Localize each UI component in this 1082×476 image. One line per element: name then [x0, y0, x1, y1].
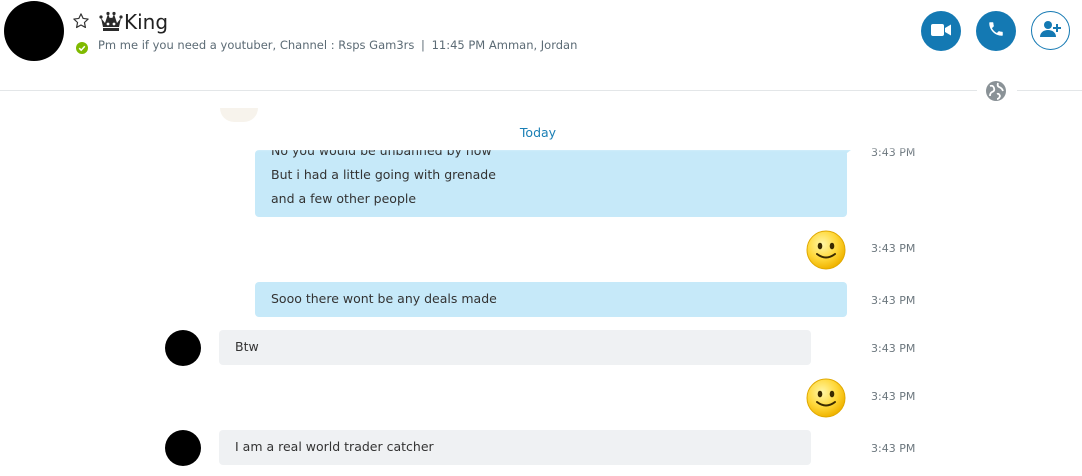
separator: | — [421, 38, 425, 52]
header-divider — [1017, 90, 1082, 91]
message-time: 3:43 PM — [871, 442, 916, 455]
message-text: Btw — [235, 339, 259, 354]
contact-avatar[interactable] — [4, 1, 64, 61]
video-call-icon — [931, 22, 951, 41]
video-call-button[interactable] — [921, 11, 961, 51]
contact-avatar[interactable] — [165, 430, 201, 466]
mood-message: Pm me if you need a youtuber, Channel : … — [98, 38, 415, 52]
message-text: I am a real world trader catcher — [235, 439, 434, 454]
add-contact-button[interactable] — [1031, 11, 1070, 50]
smiley-icon[interactable] — [806, 378, 846, 418]
message-bubble-incoming[interactable]: I am a real world trader catcher — [219, 430, 811, 465]
date-divider-label: Today — [519, 125, 557, 140]
phone-call-icon — [987, 20, 1005, 42]
mood-message-line: Pm me if you need a youtuber, Channel : … — [98, 38, 577, 53]
message-time: 3:43 PM — [871, 294, 916, 307]
online-status-icon — [76, 39, 88, 54]
message-text: But i had a little going with grenade — [271, 167, 496, 182]
message-time: 3:43 PM — [871, 342, 916, 355]
globe-icon[interactable] — [985, 80, 1007, 102]
contact-name[interactable]: King — [124, 9, 168, 35]
smiley-icon[interactable] — [806, 230, 846, 270]
star-outline-icon[interactable] — [72, 12, 90, 30]
crown-icon — [99, 10, 123, 32]
message-time: 3:43 PM — [871, 390, 916, 403]
contact-avatar[interactable] — [165, 330, 201, 366]
message-bubble-incoming[interactable]: Btw — [219, 330, 811, 365]
add-contact-icon — [1039, 20, 1062, 42]
message-time: 3:43 PM — [871, 242, 916, 255]
local-time: 11:45 PM Amman, Jordan — [431, 38, 578, 52]
message-text: and a few other people — [271, 191, 417, 206]
audio-call-button[interactable] — [976, 11, 1016, 51]
message-bubble-outgoing[interactable]: No you would be unbanned by now But i ha… — [255, 150, 847, 217]
message-bubble-outgoing[interactable]: Sooo there wont be any deals made — [255, 282, 847, 317]
header-divider — [0, 90, 977, 91]
message-text: Sooo there wont be any deals made — [271, 291, 497, 306]
